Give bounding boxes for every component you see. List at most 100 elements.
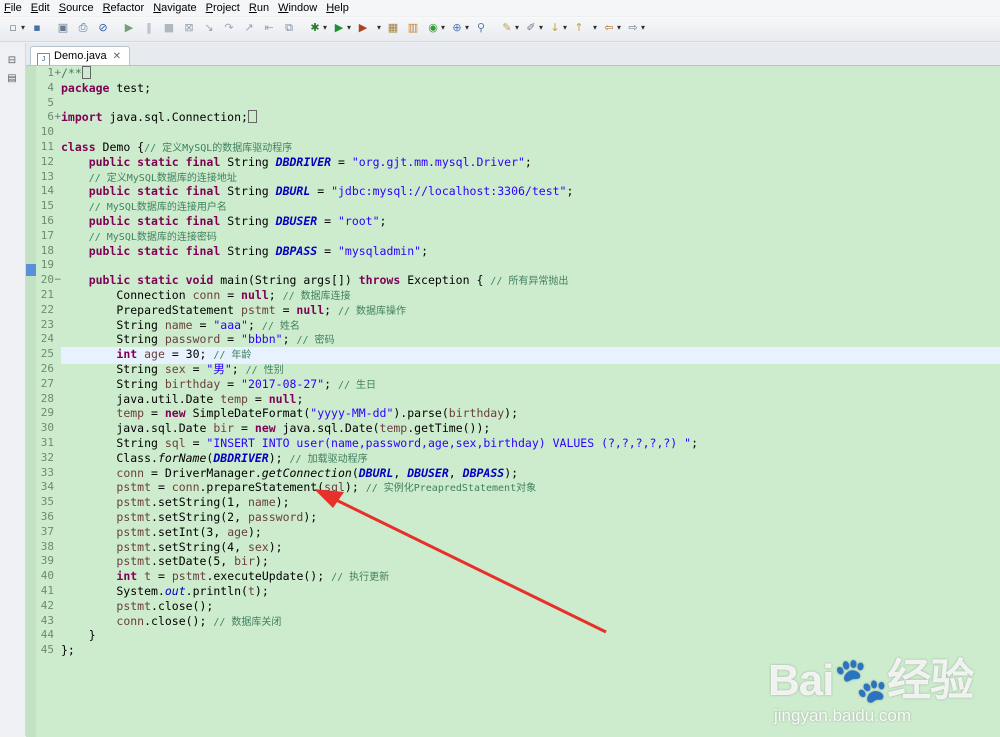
menu-navigate[interactable]: Navigate bbox=[149, 0, 200, 15]
line-number: 5 bbox=[47, 95, 54, 109]
save-all-icon[interactable]: ▣ bbox=[56, 21, 70, 35]
line-number: 20 bbox=[40, 273, 54, 287]
code-line[interactable]: public static final String DBDRIVER = "o… bbox=[61, 155, 532, 170]
line-number: 11 bbox=[40, 140, 54, 153]
code-line[interactable]: pstmt.setString(2, password); bbox=[61, 510, 317, 525]
code-line[interactable]: pstmt.close(); bbox=[61, 599, 213, 614]
menu-bar: File Edit Source Refactor Navigate Project Run… bbox=[0, 0, 1000, 16]
line-number: 21 bbox=[40, 288, 54, 301]
code-line[interactable]: System.out.println(t); bbox=[61, 584, 268, 599]
new-package-icon[interactable]: ▥ bbox=[406, 21, 420, 35]
open-type-dropdown-icon[interactable]: ▾ bbox=[464, 21, 470, 35]
tab-demo-java[interactable]: J Demo.java ✕ bbox=[30, 46, 130, 66]
skip-breakpoints-icon[interactable]: ⊘ bbox=[96, 21, 110, 35]
line-number: 13 bbox=[40, 169, 54, 183]
forward-dropdown-icon[interactable]: ▾ bbox=[640, 21, 646, 35]
step-over-icon[interactable]: ↷ bbox=[222, 21, 236, 35]
code-line[interactable]: }; bbox=[61, 643, 75, 658]
terminate-icon[interactable]: ■ bbox=[162, 21, 176, 35]
next-annotation-dropdown-icon[interactable]: ▾ bbox=[562, 21, 568, 35]
line-number: 35 bbox=[40, 495, 54, 509]
back-icon[interactable]: ⇦ bbox=[602, 21, 616, 35]
code-line[interactable]: String sql = "INSERT INTO user(name,pass… bbox=[61, 436, 698, 451]
line-number: 42 bbox=[40, 598, 54, 612]
menu-edit[interactable]: Edit bbox=[27, 0, 54, 15]
code-line[interactable]: public static final String DBPASS = "mys… bbox=[61, 244, 428, 259]
menu-source[interactable]: Source bbox=[55, 0, 98, 15]
toolbar: ▫ ▾ ▪ ▣ ⎙ ⊘ ▶ ‖ ■ ⊠ ↘ ↷ ↗ ⇤ ⧉ ✱ ▾ ▶ ▾ ▶ ▾ ▦ ▥ ◉ ▾ ⊕ ▾ ⚲ ✎ ▾ ✐ ▾ ↓ ▾ ↑ ▾ ⇦ ▾ ⇨ ▾ bbox=[0, 17, 1000, 42]
toggle-mark-occurrences-dropdown-icon[interactable]: ▾ bbox=[514, 21, 520, 35]
annotation-icon[interactable]: ✐ bbox=[524, 21, 538, 35]
step-return-icon[interactable]: ↗ bbox=[242, 21, 256, 35]
line-number: 28 bbox=[40, 391, 54, 405]
line-number: 31 bbox=[40, 436, 54, 449]
resume-icon[interactable]: ▶ bbox=[122, 21, 136, 35]
new-dropdown-icon[interactable]: ▾ bbox=[20, 21, 26, 35]
search-icon[interactable]: ⚲ bbox=[474, 21, 488, 35]
prev-annotation-dropdown-icon[interactable]: ▾ bbox=[592, 21, 598, 35]
code-line[interactable]: package test; bbox=[61, 81, 151, 96]
run-external-dropdown-icon[interactable]: ▾ bbox=[376, 21, 382, 35]
tab-label: Demo.java bbox=[54, 50, 107, 62]
print-icon[interactable]: ⎙ bbox=[76, 21, 90, 35]
debug-dropdown-icon[interactable]: ▾ bbox=[322, 21, 328, 35]
menu-file[interactable]: File bbox=[0, 0, 26, 15]
next-annotation-icon[interactable]: ↓ bbox=[548, 21, 562, 35]
open-type-icon[interactable]: ⊕ bbox=[450, 21, 464, 35]
code-line[interactable]: pstmt.setString(4, sex); bbox=[61, 540, 282, 555]
menu-project[interactable]: Project bbox=[202, 0, 244, 15]
toggle-mark-occurrences-icon[interactable]: ✎ bbox=[500, 21, 514, 35]
save-icon[interactable]: ▪ bbox=[30, 21, 44, 35]
code-line[interactable]: pstmt.setInt(3, age); bbox=[61, 525, 261, 540]
suspend-icon[interactable]: ‖ bbox=[142, 21, 156, 35]
menu-run[interactable]: Run bbox=[245, 0, 273, 15]
new-java-project-icon[interactable]: ▦ bbox=[386, 21, 400, 35]
line-number: 45 bbox=[40, 643, 54, 657]
run-external-icon[interactable]: ▶ bbox=[356, 21, 370, 35]
code-editor[interactable]: 1 +4 5 6 +10 11 12 13 14 15 16 17 18 19 20−21 22 23 24 25 2… bbox=[26, 65, 1000, 737]
line-number: 19 bbox=[40, 258, 54, 272]
new-icon[interactable]: ▫ bbox=[6, 21, 20, 35]
menu-refactor[interactable]: Refactor bbox=[99, 0, 149, 15]
step-into-icon[interactable]: ↘ bbox=[202, 21, 216, 35]
disconnect-icon[interactable]: ⊠ bbox=[182, 21, 196, 35]
close-icon[interactable]: ✕ bbox=[113, 51, 121, 62]
line-number: 43 bbox=[40, 613, 54, 627]
line-number: 18 bbox=[40, 243, 54, 257]
code-line[interactable]: pstmt.setString(1, name); bbox=[61, 495, 289, 510]
line-number: 4 bbox=[47, 80, 54, 94]
code-line[interactable]: temp = new SimpleDateFormat("yyyy-MM-dd"… bbox=[61, 406, 518, 421]
left-trim-bar: ⊟ ▤ bbox=[0, 43, 26, 736]
code-line[interactable]: public static final String DBURL = "jdbc… bbox=[61, 184, 574, 199]
restore-icon[interactable]: ⊟ bbox=[6, 55, 18, 67]
forward-icon[interactable]: ⇨ bbox=[626, 21, 640, 35]
run-dropdown-icon[interactable]: ▾ bbox=[346, 21, 352, 35]
code-line[interactable]: } bbox=[61, 628, 96, 643]
current-line-marker bbox=[26, 264, 36, 276]
package-explorer-icon[interactable]: ▤ bbox=[6, 73, 18, 85]
menu-help[interactable]: Help bbox=[322, 0, 353, 15]
menu-window[interactable]: Window bbox=[274, 0, 321, 15]
use-step-filters-icon[interactable]: ⧉ bbox=[282, 21, 296, 35]
back-dropdown-icon[interactable]: ▾ bbox=[616, 21, 622, 35]
prev-annotation-icon[interactable]: ↑ bbox=[572, 21, 586, 35]
code-line[interactable]: java.util.Date temp = null; bbox=[61, 392, 303, 407]
line-number: 38 bbox=[40, 539, 54, 553]
code-line[interactable]: java.sql.Date bir = new java.sql.Date(te… bbox=[61, 421, 490, 436]
line-number: 34 bbox=[40, 480, 54, 494]
line-number: 33 bbox=[40, 465, 54, 479]
code-line[interactable]: conn = DriverManager.getConnection(DBURL… bbox=[61, 466, 518, 481]
code-area[interactable]: /** package test; import java.sql.Connecti… bbox=[61, 66, 1000, 737]
code-line[interactable]: import java.sql.Connection; bbox=[61, 110, 257, 125]
code-line[interactable]: /** bbox=[61, 66, 91, 81]
line-number: 6 bbox=[47, 110, 54, 124]
line-number: 29 bbox=[40, 406, 54, 420]
code-line[interactable]: public static final String DBUSER = "roo… bbox=[61, 214, 387, 229]
annotation-dropdown-icon[interactable]: ▾ bbox=[538, 21, 544, 35]
new-class-dropdown-icon[interactable]: ▾ bbox=[440, 21, 446, 35]
code-line[interactable]: pstmt.setDate(5, bir); bbox=[61, 554, 268, 569]
debug-icon[interactable]: ✱ bbox=[308, 21, 322, 35]
new-class-icon[interactable]: ◉ bbox=[426, 21, 440, 35]
drop-to-frame-icon[interactable]: ⇤ bbox=[262, 21, 276, 35]
run-icon[interactable]: ▶ bbox=[332, 21, 346, 35]
